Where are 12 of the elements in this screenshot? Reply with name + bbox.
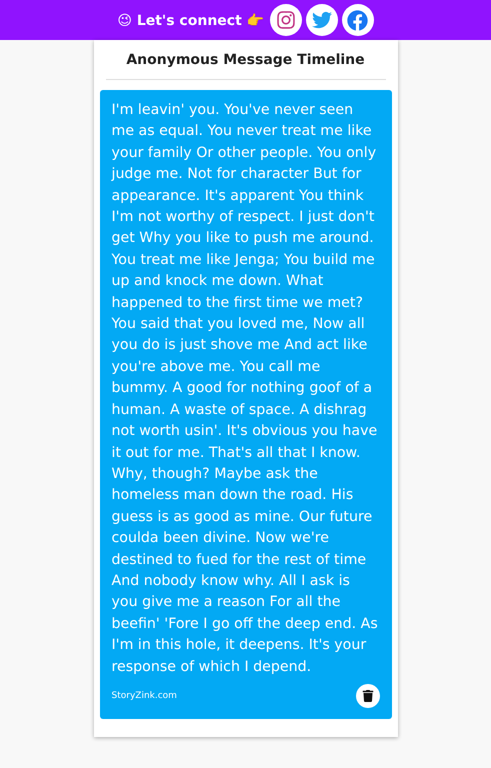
trash-icon: [362, 690, 374, 702]
social-link[interactable]: [342, 4, 374, 36]
social-link[interactable]: [270, 4, 302, 36]
source-text: StoryZink.com: [112, 690, 177, 701]
delete-button[interactable]: [356, 684, 380, 708]
timeline-title: Anonymous Message Timeline: [106, 40, 386, 80]
instagram-icon: [276, 10, 296, 30]
twitter-icon: [312, 10, 332, 30]
connect-text: 😉 Let's connect 👉: [117, 12, 264, 28]
message-text: I'm leavin' you. You've never seen me as equal. You never treat me like your family Or other people. You only judge me. Not for character But for appearance. It's apparent You think I'm not worthy of respect. I just don't get Why you like to push me around. You treat me like Jenga; You build me up and knock me down. What happened to the first time we met? You said that you loved me, Now all you do is just shove me And act like you're above me. You call me bummy. A good for nothing goof of a human. A waste of space. A dishrag not worth usin'. It's obvious you have it out for me. That's all that I know. Why, though? Maybe ask the homeless man down the road. His guess is as good as mine. Our future coulda been divine. Now we're destined to fued for the rest of time And nobody know why. All I ask is you give me a reason For all the beefin' 'Fore I go off the deep end. As I'm in this hole, it deepens. It's your response of which I depend.: [112, 101, 379, 677]
facebook-icon: [347, 10, 368, 30]
social-link[interactable]: [306, 4, 338, 36]
